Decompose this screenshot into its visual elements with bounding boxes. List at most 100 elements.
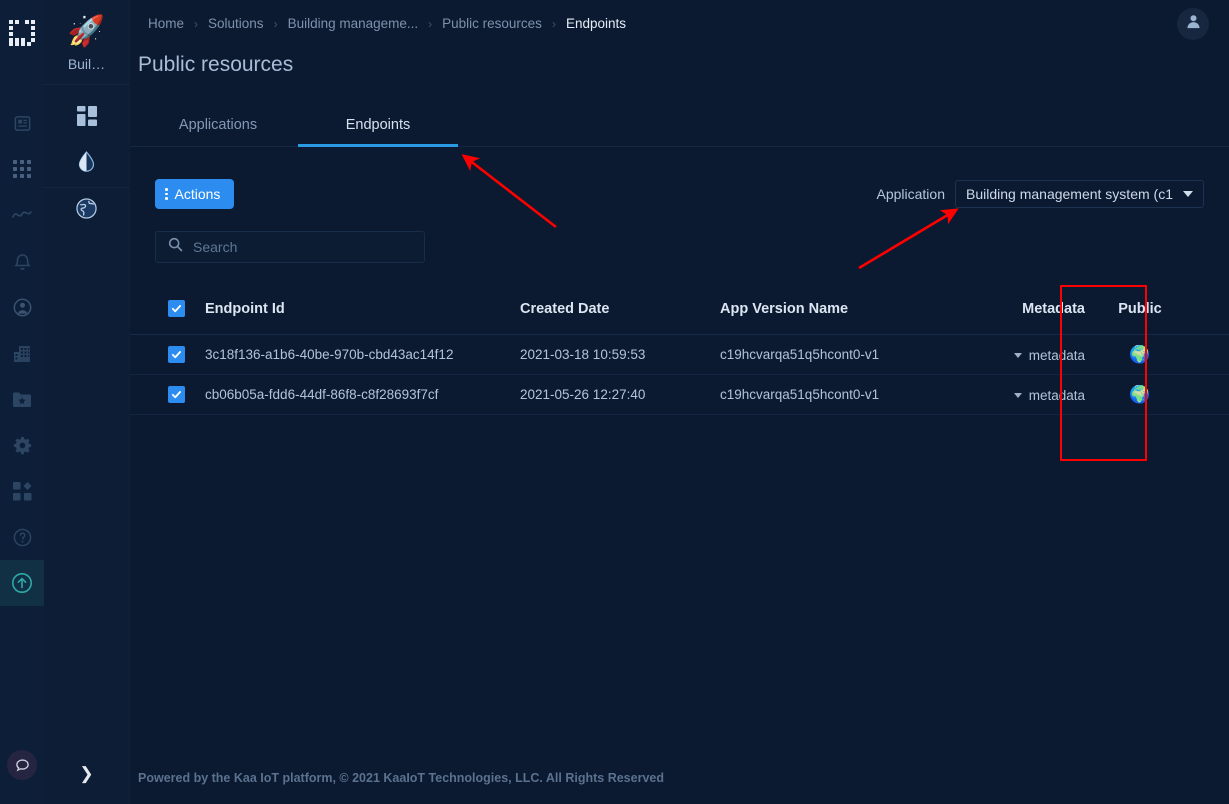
solution-nav-item-water[interactable]	[44, 141, 130, 187]
chevron-down-icon	[1013, 393, 1022, 398]
metadata-label: metadata	[1028, 388, 1085, 403]
endpoints-table: Endpoint Id Created Date App Version Nam…	[130, 283, 1229, 415]
select-all-checkbox[interactable]	[168, 300, 185, 317]
globe-icon[interactable]: 🌍	[1129, 345, 1150, 364]
table-row[interactable]: cb06b05a-fdd6-44df-86f8-c8f28693f7cf 202…	[130, 375, 1229, 415]
breadcrumb-item-solutions[interactable]: Solutions	[198, 16, 274, 31]
breadcrumb-item-home[interactable]: Home	[138, 16, 194, 31]
sidebar-item-resources[interactable]	[0, 376, 44, 422]
row-select-cell	[130, 386, 205, 403]
solution-title: Buil…	[67, 56, 106, 72]
help-circle-icon	[13, 528, 32, 547]
analytics-icon	[12, 208, 32, 222]
page-title: Public resources	[138, 53, 294, 76]
application-label: Application	[876, 186, 946, 202]
row-select-cell	[130, 346, 205, 363]
top-bar: Home › Solutions › Building manageme... …	[130, 0, 1229, 47]
search-icon	[168, 237, 183, 257]
search-area	[130, 209, 1229, 263]
globe-icon[interactable]: 🌍	[1129, 385, 1150, 404]
kebab-menu-icon	[165, 188, 168, 200]
column-header-created-date[interactable]: Created Date	[520, 301, 720, 317]
dashboard-icon	[76, 105, 97, 131]
select-all-cell	[130, 300, 205, 317]
sidebar-item-settings[interactable]	[0, 422, 44, 468]
cell-metadata: metadata	[945, 346, 1090, 363]
app-root: 🚀 Buil… ❯ Home › Solutions › Building ma…	[0, 0, 1229, 804]
cell-app-version-name: c19hcvarqa51q5hcont0-v1	[720, 387, 880, 402]
tab-applications[interactable]: Applications	[138, 105, 298, 147]
cell-app-version-name: c19hcvarqa51q5hcont0-v1	[720, 347, 880, 362]
sidebar-item-applications[interactable]	[0, 146, 44, 192]
chat-bubble-icon[interactable]	[7, 750, 37, 780]
cell-public: 🌍	[1090, 385, 1190, 405]
application-dropdown[interactable]: Building management system (c1	[955, 180, 1204, 208]
rail-bottom	[0, 750, 44, 804]
cell-created-date: 2021-05-26 12:27:40	[520, 387, 646, 402]
devices-icon	[13, 114, 32, 133]
building-icon	[13, 344, 32, 362]
application-dropdown-value: Building management system (c1	[966, 186, 1173, 202]
avatar[interactable]	[1177, 7, 1209, 40]
sidebar-item-analytics[interactable]	[0, 192, 44, 238]
primary-icon-rail	[0, 0, 44, 804]
metadata-expander[interactable]: metadata	[1013, 348, 1085, 363]
column-header-public[interactable]: Public	[1090, 301, 1190, 317]
breadcrumb-item-building-management[interactable]: Building manageme...	[278, 16, 429, 31]
toolbar: Actions Application Building management …	[130, 179, 1229, 209]
search-input[interactable]	[193, 239, 412, 255]
actions-button-label: Actions	[174, 186, 221, 202]
column-header-endpoint-id[interactable]: Endpoint Id	[205, 301, 520, 317]
tab-bar: Applications Endpoints	[130, 105, 1229, 147]
sidebar-item-tenants[interactable]	[0, 330, 44, 376]
upload-circle-icon	[11, 572, 33, 594]
row-checkbox[interactable]	[168, 346, 185, 363]
user-avatar-icon	[1185, 13, 1202, 35]
column-header-app-version-name[interactable]: App Version Name	[720, 301, 945, 317]
metadata-label: metadata	[1028, 348, 1085, 363]
folder-star-icon	[12, 391, 32, 408]
sidebar-item-users[interactable]	[0, 284, 44, 330]
rocket-icon: 🚀	[67, 15, 106, 48]
user-circle-icon	[13, 298, 32, 317]
main-content: Home › Solutions › Building manageme... …	[130, 0, 1229, 804]
breadcrumb: Home › Solutions › Building manageme... …	[138, 16, 1177, 31]
sidebar-item-widgets[interactable]	[0, 468, 44, 514]
solution-nav-item-dashboard[interactable]	[44, 95, 130, 141]
chevron-down-icon	[1183, 191, 1193, 197]
solution-nav-item-public-resources[interactable]	[43, 187, 130, 233]
globe-icon	[76, 197, 97, 224]
search-box[interactable]	[155, 231, 425, 263]
cell-created-date: 2021-03-18 10:59:53	[520, 347, 646, 362]
widgets-icon	[12, 481, 32, 501]
expand-nav-button[interactable]: ❯	[44, 744, 130, 804]
footer: Powered by the Kaa IoT platform, © 2021 …	[138, 771, 664, 785]
breadcrumb-item-public-resources[interactable]: Public resources	[432, 16, 552, 31]
table-row[interactable]: 3c18f136-a1b6-40be-970b-cbd43ac14f12 202…	[130, 335, 1229, 375]
cell-metadata: metadata	[945, 386, 1090, 403]
solution-nav-header: 🚀 Buil…	[43, 0, 130, 85]
gear-icon	[13, 436, 32, 455]
cell-endpoint-id: cb06b05a-fdd6-44df-86f8-c8f28693f7cf	[205, 387, 439, 402]
metadata-expander[interactable]: metadata	[1013, 388, 1085, 403]
bell-icon	[13, 252, 31, 271]
column-header-metadata[interactable]: Metadata	[945, 301, 1090, 317]
actions-button[interactable]: Actions	[155, 179, 235, 209]
sidebar-item-notifications[interactable]	[0, 238, 44, 284]
chevron-down-icon	[1013, 353, 1022, 358]
row-checkbox[interactable]	[168, 386, 185, 403]
kaa-logo-icon[interactable]	[0, 0, 44, 66]
application-selector: Application Building management system (…	[876, 180, 1204, 208]
sidebar-item-help[interactable]	[0, 514, 44, 560]
sidebar-item-upgrade[interactable]	[0, 560, 44, 606]
cell-public: 🌍	[1090, 345, 1190, 365]
cell-endpoint-id: 3c18f136-a1b6-40be-970b-cbd43ac14f12	[205, 347, 454, 362]
apps-grid-icon	[13, 160, 31, 178]
chevron-right-icon: ❯	[79, 764, 94, 783]
sidebar-item-devices[interactable]	[0, 100, 44, 146]
solution-nav: 🚀 Buil… ❯	[43, 0, 130, 804]
table-header-row: Endpoint Id Created Date App Version Nam…	[130, 283, 1229, 335]
breadcrumb-item-endpoints: Endpoints	[565, 16, 626, 31]
water-drop-icon	[77, 151, 96, 177]
tab-endpoints[interactable]: Endpoints	[298, 105, 458, 147]
